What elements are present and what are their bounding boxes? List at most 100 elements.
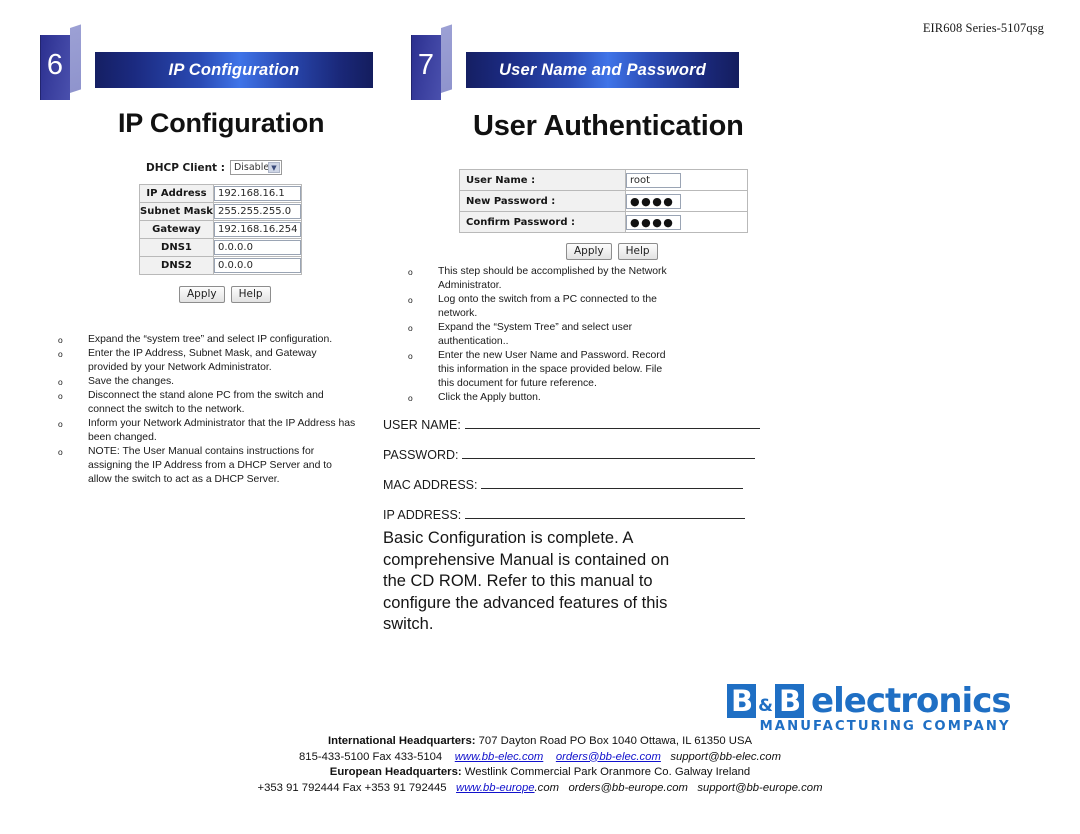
confirm-password-cell: ●●●● [625, 211, 748, 233]
ip-address-label: IP Address [139, 184, 214, 203]
list-item-text: Disconnect the stand alone PC from the s… [88, 390, 324, 415]
logo-b-first: B [727, 684, 757, 718]
gateway-input[interactable]: 192.168.16.254 [213, 222, 302, 237]
footer-european: European Headquarters: Westlink Commerci… [0, 765, 1080, 796]
bullet-marker: o [58, 419, 63, 429]
ip-configuration-table: IP Address 192.168.16.1 Subnet Mask 255.… [139, 184, 303, 275]
logo-wordmark-row: B & B electronics [727, 681, 1012, 721]
list-item-text: This step should be accomplished by the … [438, 266, 667, 291]
company-logo: B & B electronics MANUFACTURING COMPANY [727, 681, 1012, 734]
step-number-badge-7: 7 [411, 24, 455, 100]
footer-eu-support-email: support@bb-europe.com [697, 781, 823, 794]
footer-eu-label: European Headquarters: [329, 766, 462, 778]
footer-intl-line2: 815-433-5100 Fax 433-5104 www.bb-elec.co… [0, 750, 1080, 766]
user-name-input[interactable]: root [626, 172, 681, 188]
footer-intl-address: 707 Dayton Road PO Box 1040 Ottawa, IL 6… [475, 735, 753, 747]
gateway-label: Gateway [139, 220, 214, 239]
footer-intl-support-email: support@bb-elec.com [670, 750, 781, 763]
table-row: Gateway 192.168.16.254 [139, 220, 303, 239]
table-row: Subnet Mask 255.255.255.0 [139, 202, 303, 221]
ip-config-button-row: Apply Help [179, 286, 271, 304]
footer-eu-orders-email: orders@bb-europe.com [568, 781, 688, 794]
blank-row-ip-address: IP ADDRESS: [383, 508, 760, 522]
blank-row-user-name: USER NAME: [383, 418, 760, 432]
bullet-marker: o [58, 349, 63, 359]
dhcp-client-select-value: Disable [233, 162, 270, 173]
user-name-label: User Name : [459, 169, 626, 191]
blank-line-password[interactable] [462, 448, 756, 459]
table-row: Confirm Password : ●●●● [459, 211, 748, 233]
new-password-label: New Password : [459, 190, 626, 212]
footer-eu-website-link[interactable]: www.bb-europe [456, 782, 535, 794]
gateway-cell: 192.168.16.254 [212, 220, 303, 239]
subnet-mask-input[interactable]: 255.255.255.0 [213, 204, 302, 219]
step-number-6: 6 [46, 49, 64, 81]
footer-intl-orders-link[interactable]: orders@bb-elec.com [556, 751, 661, 763]
help-button[interactable]: Help [617, 243, 658, 261]
user-name-cell: root [625, 169, 748, 191]
dhcp-client-select[interactable]: Disable ▼ [229, 160, 282, 175]
list-item: o Click the Apply button. [408, 391, 676, 405]
confirm-password-input[interactable]: ●●●● [626, 214, 681, 230]
dns1-label: DNS1 [139, 238, 214, 257]
ip-address-input[interactable]: 192.168.16.1 [213, 186, 302, 201]
list-item: o Enter the IP Address, Subnet Mask, and … [58, 347, 358, 375]
ip-config-instruction-list: o Expand the “system tree” and select IP … [58, 333, 358, 487]
footer-eu-website-tld: .com [534, 781, 560, 794]
bullet-marker: o [408, 351, 413, 361]
dns2-cell: 0.0.0.0 [212, 256, 303, 275]
footer-intl-phone: 815-433-5100 Fax 433-5104 [299, 750, 443, 763]
closing-paragraph: Basic Configuration is complete. A compr… [383, 529, 670, 633]
bullet-marker: o [58, 377, 63, 387]
list-item-text: Save the changes. [88, 376, 175, 387]
footer-intl-website-link[interactable]: www.bb-elec.com [455, 751, 544, 763]
banner-user-name-and-password: User Name and Password [466, 52, 739, 88]
bullet-marker: o [408, 323, 413, 333]
logo-subtitle: MANUFACTURING COMPANY [759, 719, 1011, 734]
dhcp-client-row: DHCP Client : Disable ▼ [146, 160, 282, 175]
section-title-ip-configuration: IP Configuration [118, 108, 325, 138]
footer-intl-label: International Headquarters: [327, 735, 476, 747]
document-code: EIR608 Series-5107qsg [922, 21, 1044, 35]
help-button[interactable]: Help [230, 286, 271, 304]
banner-ip-configuration-label: IP Configuration [168, 60, 300, 79]
blank-line-mac-address[interactable] [481, 478, 744, 489]
list-item: o NOTE: The User Manual contains instruct… [58, 445, 358, 487]
list-item-text: Enter the IP Address, Subnet Mask, and G… [88, 348, 317, 373]
logo-b-second: B [774, 684, 805, 718]
chevron-down-icon[interactable]: ▼ [267, 162, 280, 173]
cube-side-face [70, 24, 81, 93]
logo-ampersand: & [758, 696, 773, 716]
list-item-text: Expand the “System Tree” and select user… [438, 322, 633, 347]
bullet-marker: o [58, 391, 63, 401]
blank-row-password: PASSWORD: [383, 448, 760, 462]
logo-electronics-word: electronics [811, 681, 1012, 721]
dns2-input[interactable]: 0.0.0.0 [213, 258, 302, 273]
cube-side-face [441, 24, 452, 93]
dns1-cell: 0.0.0.0 [212, 238, 303, 257]
blank-line-ip-address[interactable] [465, 508, 746, 519]
footer-eu-phone: +353 91 792444 Fax +353 91 792445 [257, 781, 447, 794]
new-password-input[interactable]: ●●●● [626, 193, 681, 209]
blank-row-mac-address: MAC ADDRESS: [383, 478, 760, 492]
bullet-marker: o [58, 335, 63, 345]
record-info-blanks: USER NAME: PASSWORD: MAC ADDRESS: IP ADD… [383, 418, 760, 538]
apply-button[interactable]: Apply [566, 243, 612, 261]
blank-label-ip-address: IP ADDRESS: [383, 508, 462, 522]
apply-button[interactable]: Apply [179, 286, 225, 304]
table-row: IP Address 192.168.16.1 [139, 184, 303, 203]
blank-line-user-name[interactable] [464, 418, 760, 429]
footer-eu-address: Westlink Commercial Park Oranmore Co. Ga… [461, 766, 751, 778]
step-number-7: 7 [417, 49, 435, 81]
list-item-text: Log onto the switch from a PC connected … [438, 294, 657, 319]
user-auth-button-row: Apply Help [566, 243, 658, 261]
list-item-text: Enter the new User Name and Password. Re… [438, 350, 666, 389]
list-item: o Inform your Network Administrator that … [58, 417, 358, 445]
blank-label-mac-address: MAC ADDRESS: [383, 478, 478, 492]
section-title-user-authentication: User Authentication [473, 110, 744, 142]
dns1-input[interactable]: 0.0.0.0 [213, 240, 302, 255]
banner-user-name-and-password-label: User Name and Password [498, 60, 707, 79]
dns2-label: DNS2 [139, 256, 214, 275]
list-item: o Enter the new User Name and Password. R… [408, 349, 676, 391]
blank-label-password: PASSWORD: [383, 448, 459, 462]
